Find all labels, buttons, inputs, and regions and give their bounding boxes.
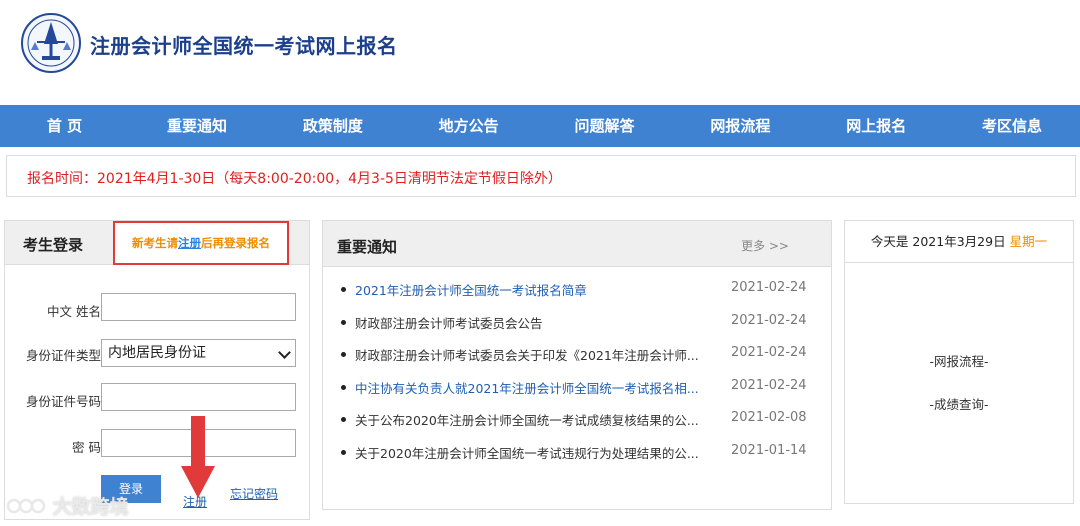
registration-time-text: 报名时间：2021年4月1-30日（每天8:00-20:00，4月3-5日清明节… [27,171,562,187]
id-type-label: 身份证件类型 [25,348,101,363]
news-item-title[interactable]: 财政部注册会计师考试委员会公告 [355,313,705,332]
news-item-title[interactable]: 关于公布2020年注册会计师全国统一考试成绩复核结果的公... [355,410,705,429]
red-arrow-down-icon [181,416,215,498]
news-item-date: 2021-02-08 [731,410,807,425]
watermark-logo-icon [6,498,46,514]
register-link[interactable]: 注册 [183,493,207,510]
bullet-icon [341,384,346,390]
watermark: 大数跨境 [6,492,129,519]
site-header: 注册会计师全国统一考试网上报名 [0,0,1080,105]
news-item-title[interactable]: 中注协有关负责人就2021年注册会计师全国统一考试报名相... [355,378,705,397]
important-notices-panel: 重要通知 更多 >> 2021年注册会计师全国统一考试报名简章 2021-02-… [322,220,832,510]
news-item: 中注协有关负责人就2021年注册会计师全国统一考试报名相... 2021-02-… [323,377,831,410]
name-input[interactable] [101,293,296,321]
news-item: 财政部注册会计师考试委员会关于印发《2021年注册会计师... 2021-02-… [323,344,831,377]
nav-online-registration[interactable]: 网上报名 [808,105,944,147]
today-date-text: 今天是 2021年3月29日 [870,234,1006,249]
id-type-select[interactable]: 内地居民身份证 [101,339,296,367]
more-news-link[interactable]: 更多 >> [741,237,789,254]
new-candidate-register-hint: 新考生请注册后再登录报名 [113,221,289,265]
news-item-date: 2021-01-14 [731,442,807,458]
news-panel-title: 重要通知 [337,238,398,256]
news-list: 2021年注册会计师全国统一考试报名简章 2021-02-24 财政部注册会计师… [323,279,831,474]
nav-exam-area-info[interactable]: 考区信息 [944,105,1080,147]
score-query-link[interactable]: -成绩查询- [845,394,1073,413]
news-item-date: 2021-02-24 [731,312,807,328]
today-date: 今天是 2021年3月29日 星期一 [845,221,1073,263]
news-panel-header: 重要通知 更多 >> [323,221,831,267]
login-panel: 考生登录 新考生请注册后再登录报名 中文 姓名 身份证件类型 内地居民身份证 身… [4,220,310,520]
nav-important-notices[interactable]: 重要通知 [129,105,265,147]
register-hint-prefix: 新考生请 [132,236,178,250]
password-label: 密 码 [72,440,101,455]
nav-home[interactable]: 首 页 [0,105,129,147]
chevron-down-icon [278,346,291,359]
news-item-title[interactable]: 财政部注册会计师考试委员会关于印发《2021年注册会计师... [355,345,705,364]
id-number-label: 身份证件号码 [25,394,101,409]
today-weekday: 星期一 [1009,234,1048,249]
login-title: 考生登录 [23,236,84,254]
news-item: 关于公布2020年注册会计师全国统一考试成绩复核结果的公... 2021-02-… [323,409,831,442]
name-label: 中文 姓名 [47,304,101,319]
news-item-date: 2021-02-24 [731,377,807,393]
nav-local-announcements[interactable]: 地方公告 [401,105,537,147]
news-item: 财政部注册会计师考试委员会公告 2021-02-24 [323,312,831,345]
registration-time-banner: 报名时间：2021年4月1-30日（每天8:00-20:00，4月3-5日清明节… [6,155,1076,197]
news-item: 关于2020年注册会计师全国统一考试违规行为处理结果的公... 2021-01-… [323,442,831,475]
nav-policies[interactable]: 政策制度 [265,105,401,147]
id-number-input[interactable] [101,383,296,411]
registration-process-link[interactable]: -网报流程- [845,351,1073,370]
nav-registration-process[interactable]: 网报流程 [672,105,808,147]
bullet-icon [341,449,346,455]
news-item-date: 2021-02-24 [731,280,807,295]
news-item: 2021年注册会计师全国统一考试报名简章 2021-02-24 [323,279,831,312]
date-side-panel: 今天是 2021年3月29日 星期一 -网报流程- -成绩查询- [844,220,1074,504]
register-hint-suffix: 后再登录报名 [201,236,270,250]
bullet-icon [341,287,346,292]
cicpa-logo-icon [21,13,81,73]
site-title: 注册会计师全国统一考试网上报名 [90,34,398,58]
id-type-selected-value: 内地居民身份证 [108,345,206,361]
nav-faq[interactable]: 问题解答 [537,105,673,147]
register-hint-link[interactable]: 注册 [178,236,201,250]
bullet-icon [341,319,346,325]
bullet-icon [341,417,346,422]
forgot-password-link[interactable]: 忘记密码 [230,485,278,502]
login-panel-header: 考生登录 新考生请注册后再登录报名 [5,221,309,265]
main-nav: 首 页 重要通知 政策制度 地方公告 问题解答 网报流程 网上报名 考区信息 [0,105,1080,147]
news-item-date: 2021-02-24 [731,345,807,360]
bullet-icon [341,352,346,357]
news-item-title[interactable]: 2021年注册会计师全国统一考试报名简章 [355,280,705,299]
watermark-text: 大数跨境 [52,496,129,518]
news-item-title[interactable]: 关于2020年注册会计师全国统一考试违规行为处理结果的公... [355,443,705,462]
